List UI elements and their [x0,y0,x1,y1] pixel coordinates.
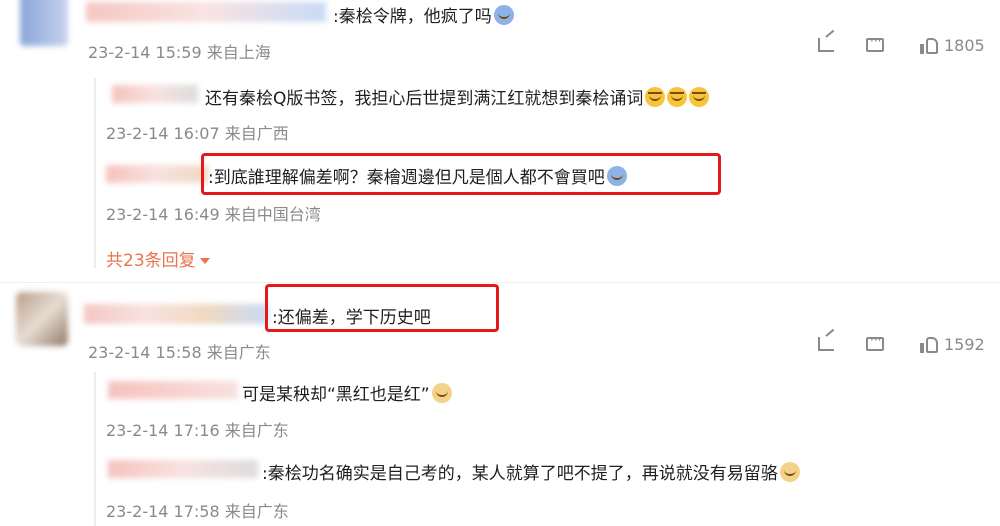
like-icon[interactable] [920,37,938,54]
caret-down-icon [199,258,210,264]
share-icon[interactable] [818,38,834,52]
reply-text: 可是某秧却“黑红也是红” [242,385,430,405]
like-icon[interactable] [920,336,938,353]
reply-username-redacted[interactable] [108,381,238,399]
comment-meta: 23-2-14 15:58 来自广东 [88,343,271,362]
reply-username-redacted[interactable] [108,460,258,478]
reply-meta: 23-2-14 16:49 来自中国台湾 [106,205,321,224]
divider [0,282,1000,283]
share-icon[interactable] [818,337,834,351]
reply-text: 还有秦桧Q版书签，我担心后世提到满江红就想到秦桧诵词 [205,89,644,109]
username-redacted[interactable] [86,2,326,22]
like-button[interactable]: 1592 [920,335,985,354]
comment-icon[interactable] [866,34,884,52]
like-button[interactable]: 1805 [920,36,985,55]
avatar[interactable] [16,292,68,346]
comment-text: :秦桧令牌，他疯了吗 [333,7,492,27]
reply-username-redacted[interactable] [106,165,208,183]
avatar[interactable] [20,0,68,46]
highlight-box [201,153,721,195]
more-replies-link[interactable]: 共23条回复 [106,246,210,271]
dog-emoji [431,383,452,403]
laugh-emoji [667,87,688,107]
comment-meta: 23-2-14 15:59 来自上海 [88,43,271,62]
comment-icon[interactable] [866,333,884,351]
reply-meta: 23-2-14 17:58 来自广东 [106,502,289,521]
more-replies-label: 共23条回复 [106,251,196,271]
reply-username-redacted[interactable] [112,85,198,103]
dog-emoji [779,462,800,482]
emoji-icon [493,5,514,25]
highlight-box [265,284,499,332]
like-count: 1805 [944,36,985,55]
like-count: 1592 [944,335,985,354]
laugh-emoji [645,87,666,107]
reply-meta: 23-2-14 17:16 来自广东 [106,421,289,440]
laugh-emoji [689,87,710,107]
reply-meta: 23-2-14 16:07 来自广西 [106,124,289,143]
username-redacted[interactable] [84,304,268,324]
reply-text: :秦桧功名确实是自己考的，某人就算了吧不提了，再说就没有易留骆 [262,464,778,484]
